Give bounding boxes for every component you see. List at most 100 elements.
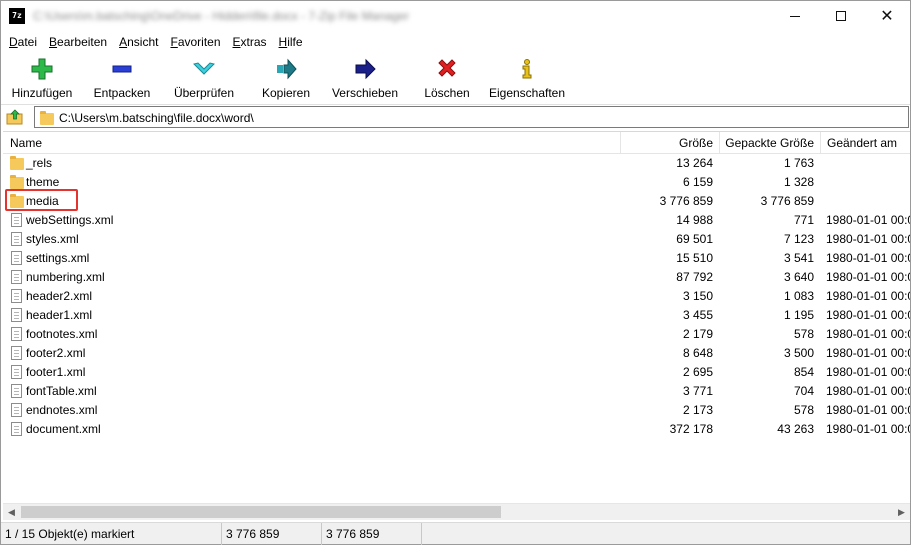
menu-hilfe[interactable]: Hilfe xyxy=(273,32,309,52)
menu-bearbeiten-accel: B xyxy=(49,35,58,49)
list-row-file[interactable]: document.xml 372 178 43 263 1980-01-01 0… xyxy=(3,420,910,439)
add-button[interactable]: Hinzufügen xyxy=(7,54,77,100)
menu-datei[interactable]: Datei xyxy=(3,32,43,52)
title-bar[interactable]: 7z C:\Users\m.batsching\OneDrive - Hidde… xyxy=(1,1,910,31)
item-modified: 1980-01-01 00:00 xyxy=(826,384,910,398)
item-modified: 1980-01-01 00:00 xyxy=(826,403,910,417)
list-row-file[interactable]: footer2.xml 8 648 3 500 1980-01-01 00:00 xyxy=(3,344,910,363)
menu-datei-accel: D xyxy=(9,35,18,49)
item-name: styles.xml xyxy=(26,232,79,246)
menu-hilfe-accel: H xyxy=(278,35,288,49)
menu-favoriten-accel: F xyxy=(170,35,178,49)
item-modified: 1980-01-01 00:00 xyxy=(826,289,910,303)
check-chevron-icon xyxy=(192,57,216,80)
column-header-size[interactable]: Größe xyxy=(620,132,718,154)
menu-favoriten-label: avoriten xyxy=(177,35,221,49)
maximize-icon xyxy=(836,11,846,21)
item-name: document.xml xyxy=(26,422,101,436)
add-label: Hinzufügen xyxy=(11,86,73,100)
item-modified: 1980-01-01 00:00 xyxy=(826,270,910,284)
item-size: 2 179 xyxy=(682,327,713,341)
item-packed-size: 3 500 xyxy=(783,346,814,360)
item-packed-size: 704 xyxy=(793,384,814,398)
status-packed-size: 3 776 859 xyxy=(322,523,422,545)
menu-ansicht-accel: A xyxy=(119,35,128,49)
item-size: 2 695 xyxy=(682,365,713,379)
scrollbar-thumb[interactable] xyxy=(21,506,501,518)
list-row-file[interactable]: footnotes.xml 2 179 578 1980-01-01 00:00 xyxy=(3,325,910,344)
item-size: 69 501 xyxy=(676,232,713,246)
item-packed-size: 854 xyxy=(793,365,814,379)
item-name: theme xyxy=(26,175,60,189)
list-row-file[interactable]: footer1.xml 2 695 854 1980-01-01 00:00 xyxy=(3,363,910,382)
item-size: 3 776 859 xyxy=(659,194,713,208)
horizontal-scrollbar[interactable]: ◀ ▶ xyxy=(3,503,910,520)
list-row-file[interactable]: endnotes.xml 2 173 578 1980-01-01 00:00 xyxy=(3,401,910,420)
properties-button[interactable]: Eigenschaften xyxy=(487,54,567,100)
item-size: 13 264 xyxy=(676,156,713,170)
item-size: 15 510 xyxy=(676,251,713,265)
list-row-file[interactable]: header1.xml 3 455 1 195 1980-01-01 00:00 xyxy=(3,306,910,325)
address-path: C:\Users\m.batsching\file.docx\word\ xyxy=(59,111,254,125)
scroll-left-arrow-icon[interactable]: ◀ xyxy=(3,504,20,521)
item-name: numbering.xml xyxy=(26,270,105,284)
move-button[interactable]: Verschieben xyxy=(329,54,401,100)
column-header-packed-size[interactable]: Gepackte Größe xyxy=(719,132,819,154)
scroll-right-arrow-icon[interactable]: ▶ xyxy=(893,504,910,521)
file-list: Name Größe Gepackte Größe Geändert am _r… xyxy=(3,131,910,503)
item-packed-size: 1 083 xyxy=(783,289,814,303)
folder-icon xyxy=(10,194,24,209)
toolbar: Hinzufügen Entpacken Überprüfen Kopieren… xyxy=(1,54,910,100)
folder-up-button[interactable] xyxy=(6,108,24,126)
item-name: header2.xml xyxy=(26,289,93,303)
item-modified: 1980-01-01 00:00 xyxy=(826,213,910,227)
list-row-file[interactable]: header2.xml 3 150 1 083 1980-01-01 00:00 xyxy=(3,287,910,306)
list-row-file[interactable]: webSettings.xml 14 988 771 1980-01-01 00… xyxy=(3,211,910,230)
item-packed-size: 578 xyxy=(793,327,814,341)
item-name: media xyxy=(26,194,59,208)
column-header-name[interactable]: Name xyxy=(10,132,620,154)
address-folder-icon xyxy=(40,111,54,125)
list-row-folder-selected[interactable]: media 3 776 859 3 776 859 xyxy=(3,192,910,211)
item-name: footer1.xml xyxy=(26,365,86,379)
minimize-button[interactable] xyxy=(772,1,818,31)
item-packed-size: 1 328 xyxy=(783,175,814,189)
delete-button[interactable]: Löschen xyxy=(419,54,475,100)
copy-button[interactable]: Kopieren xyxy=(256,54,316,100)
close-button[interactable]: ✕ xyxy=(864,1,910,31)
extract-button[interactable]: Entpacken xyxy=(89,54,155,100)
item-name: footnotes.xml xyxy=(26,327,98,341)
list-row-file[interactable]: settings.xml 15 510 3 541 1980-01-01 00:… xyxy=(3,249,910,268)
folder-up-icon xyxy=(6,109,23,125)
item-size: 14 988 xyxy=(676,213,713,227)
item-packed-size: 3 776 859 xyxy=(760,194,814,208)
move-arrow-icon xyxy=(353,57,377,80)
menu-bearbeiten[interactable]: Bearbeiten xyxy=(43,32,113,52)
menu-favoriten[interactable]: Favoriten xyxy=(164,32,226,52)
item-size: 8 648 xyxy=(682,346,713,360)
item-packed-size: 3 640 xyxy=(783,270,814,284)
list-row-file[interactable]: fontTable.xml 3 771 704 1980-01-01 00:00 xyxy=(3,382,910,401)
item-size: 3 455 xyxy=(682,308,713,322)
list-row-folder[interactable]: theme 6 159 1 328 xyxy=(3,173,910,192)
item-modified: 1980-01-01 00:00 xyxy=(826,422,910,436)
list-row-file[interactable]: styles.xml 69 501 7 123 1980-01-01 00:00 xyxy=(3,230,910,249)
list-row-file[interactable]: numbering.xml 87 792 3 640 1980-01-01 00… xyxy=(3,268,910,287)
move-label: Verschieben xyxy=(331,86,399,100)
test-button[interactable]: Überprüfen xyxy=(169,54,239,100)
file-icon xyxy=(10,403,24,418)
item-size: 2 173 xyxy=(682,403,713,417)
file-icon xyxy=(10,251,24,266)
item-modified: 1980-01-01 00:00 xyxy=(826,232,910,246)
item-size: 87 792 xyxy=(676,270,713,284)
item-modified: 1980-01-01 00:00 xyxy=(826,308,910,322)
maximize-button[interactable] xyxy=(818,1,864,31)
column-header-modified[interactable]: Geändert am xyxy=(820,132,910,154)
menu-extras[interactable]: Extras xyxy=(227,32,273,52)
menu-ansicht[interactable]: Ansicht xyxy=(113,32,164,52)
item-name: fontTable.xml xyxy=(26,384,97,398)
list-row-folder[interactable]: _rels 13 264 1 763 xyxy=(3,154,910,173)
address-field[interactable]: C:\Users\m.batsching\file.docx\word\ xyxy=(34,106,909,128)
copy-arrow-icon xyxy=(274,57,298,80)
status-selection: 1 / 15 Objekt(e) markiert xyxy=(1,523,222,545)
